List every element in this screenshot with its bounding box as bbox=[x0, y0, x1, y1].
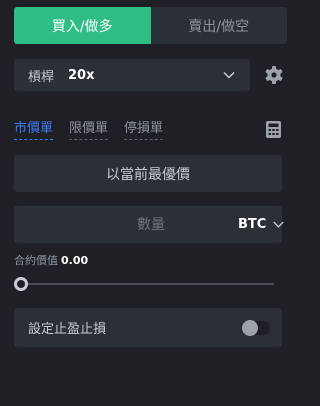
slider-thumb[interactable] bbox=[14, 277, 28, 291]
price-field[interactable]: 以當前最優價 bbox=[14, 155, 282, 192]
quantity-field: BTC bbox=[14, 206, 285, 243]
unit-select[interactable]: BTC bbox=[238, 217, 285, 232]
quantity-slider[interactable] bbox=[14, 276, 274, 292]
slider-track bbox=[22, 283, 274, 285]
order-panel: 買入/做多 賣出/做空 槓桿 20x 市價單 限價單 停損單 以當前最優價 數量… bbox=[0, 0, 297, 406]
gear-icon[interactable] bbox=[264, 65, 284, 85]
contract-value-label: 合約價值 bbox=[14, 254, 58, 267]
tab-stop-order[interactable]: 停損單 bbox=[124, 120, 164, 140]
tp-sl-toggle[interactable] bbox=[242, 319, 270, 336]
tp-sl-label: 設定止盈止損 bbox=[28, 322, 107, 337]
leverage-label: 槓桿 bbox=[28, 69, 55, 85]
sell-short-tab[interactable]: 賣出/做空 bbox=[150, 7, 287, 44]
side-tabs: 買入/做多 賣出/做空 bbox=[14, 7, 287, 44]
contract-value-amount: 0.00 bbox=[61, 254, 89, 267]
tp-sl-row: 設定止盈止損 bbox=[14, 308, 282, 347]
contract-value: 合約價值 0.00 bbox=[14, 252, 88, 268]
unit-label: BTC bbox=[238, 217, 267, 232]
buy-long-tab[interactable]: 買入/做多 bbox=[14, 7, 151, 44]
quantity-input[interactable] bbox=[14, 216, 238, 233]
chevron-down-icon bbox=[222, 68, 236, 82]
leverage-select[interactable]: 槓桿 20x bbox=[14, 59, 250, 91]
order-type-tabs: 市價單 限價單 停損單 bbox=[14, 120, 179, 140]
tab-limit-order[interactable]: 限價單 bbox=[69, 120, 109, 140]
toggle-knob bbox=[242, 319, 258, 336]
leverage-value: 20x bbox=[68, 67, 95, 83]
tab-market-order[interactable]: 市價單 bbox=[14, 120, 54, 140]
calculator-icon[interactable] bbox=[266, 121, 281, 138]
chevron-down-icon bbox=[273, 221, 284, 228]
